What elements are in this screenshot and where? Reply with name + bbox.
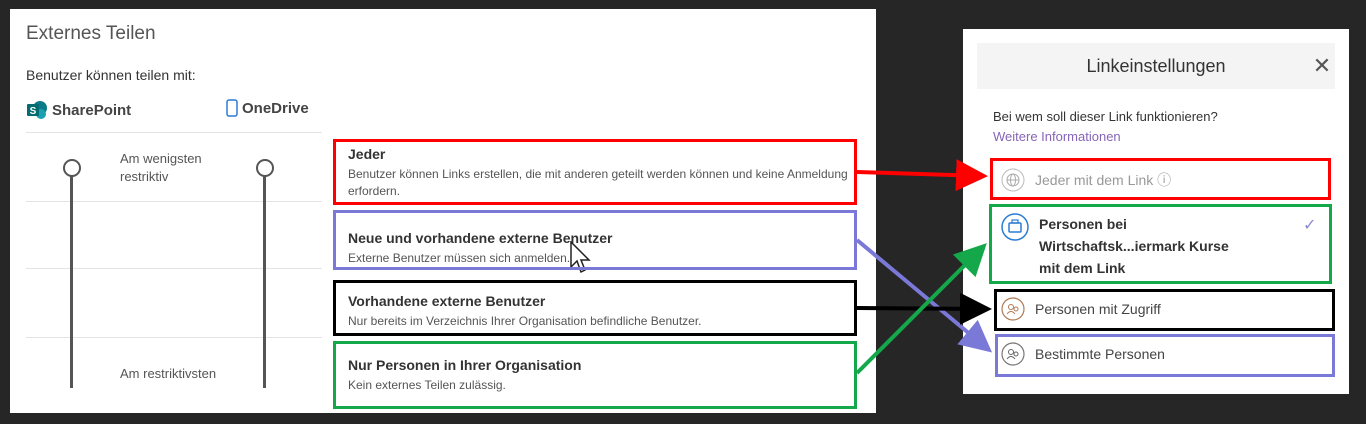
arrow-red — [856, 159, 988, 192]
arrow-blue — [855, 238, 993, 353]
connector-arrows — [855, 159, 993, 375]
